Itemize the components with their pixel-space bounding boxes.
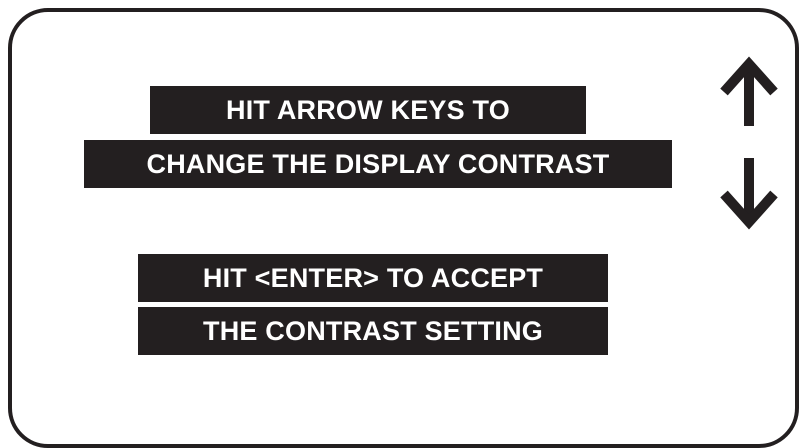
instruction-line-4: THE CONTRAST SETTING [138,307,608,355]
instruction-line-3: HIT <ENTER> TO ACCEPT [138,254,608,302]
arrow-up-icon [720,56,778,126]
arrow-down-icon [720,158,778,230]
display-screen [8,8,799,448]
instruction-line-1: HIT ARROW KEYS TO [150,86,586,134]
instruction-line-2: CHANGE THE DISPLAY CONTRAST [84,140,672,188]
